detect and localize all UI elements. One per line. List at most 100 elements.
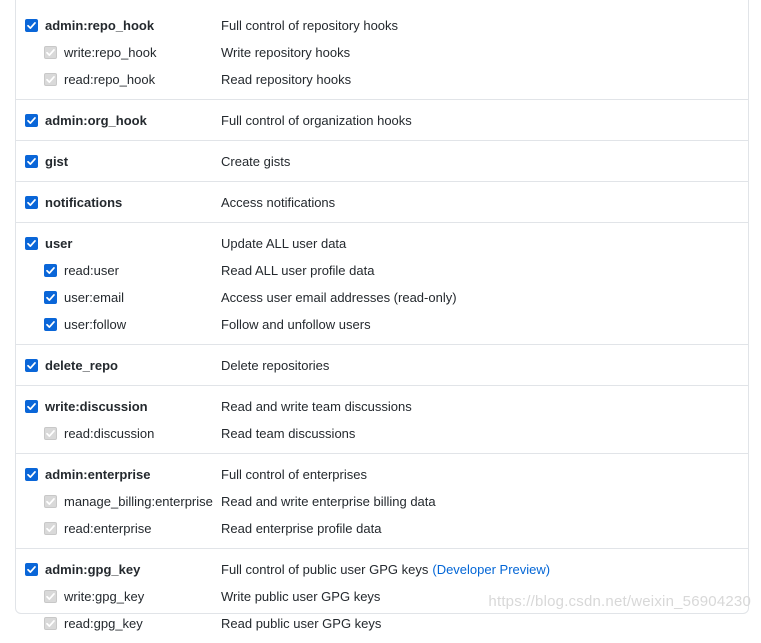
scope-description: Full control of enterprises [221, 467, 367, 482]
scope-checkbox-user-follow[interactable] [44, 318, 57, 331]
scope-name[interactable]: read:user [64, 263, 221, 278]
watermark: https://blog.csdn.net/weixin_56904230 [488, 593, 751, 610]
scope-name[interactable]: read:gpg_key [64, 616, 221, 631]
scope-group-gist: gist Create gists [16, 140, 748, 181]
scope-description: Access user email addresses (read-only) [221, 290, 457, 305]
scope-name[interactable]: admin:org_hook [45, 113, 221, 128]
scope-name[interactable]: write:discussion [45, 399, 221, 414]
scope-row-notifications: notifications Access notifications [16, 189, 748, 216]
scope-description: Full control of public user GPG keys [221, 562, 429, 577]
scope-description: Read and write team discussions [221, 399, 412, 414]
scope-checkbox-user-email[interactable] [44, 291, 57, 304]
check-icon [46, 525, 55, 532]
scope-row-admin-gpg-key: admin:gpg_key Full control of public user… [16, 556, 748, 583]
scope-description: Update ALL user data [221, 236, 347, 251]
check-icon [27, 403, 36, 410]
scope-checkbox-admin-enterprise[interactable] [25, 468, 38, 481]
check-icon [27, 566, 36, 573]
scope-row-user: user Update ALL user data [16, 230, 748, 257]
scope-description: Write repository hooks [221, 45, 351, 60]
scope-row-manage-billing-enterprise: manage_billing:enterprise Read and write … [16, 488, 748, 515]
scope-description: Write public user GPG keys [221, 589, 381, 604]
check-icon [27, 117, 36, 124]
scope-name[interactable]: user [45, 236, 221, 251]
scope-group-delete-repo: delete_repo Delete repositories [16, 344, 748, 385]
check-icon [46, 76, 55, 83]
scope-row-delete-repo: delete_repo Delete repositories [16, 352, 748, 379]
scope-description: Read public user GPG keys [221, 616, 382, 631]
scope-group-admin-org-hook: admin:org_hook Full control of organizati… [16, 99, 748, 140]
check-icon [46, 294, 55, 301]
scope-description: Read ALL user profile data [221, 263, 375, 278]
scope-checkbox-user[interactable] [25, 237, 38, 250]
scope-row-admin-org-hook: admin:org_hook Full control of organizati… [16, 107, 748, 134]
check-icon [46, 49, 55, 56]
check-icon [27, 158, 36, 165]
scope-row-read-enterprise: read:enterprise Read enterprise profile d… [16, 515, 748, 542]
check-icon [46, 620, 55, 627]
scope-name[interactable]: manage_billing:enterprise [64, 494, 221, 509]
scope-name[interactable]: read:repo_hook [64, 72, 221, 87]
scopes-panel: admin:repo_hook Full control of repositor… [15, 0, 749, 631]
scope-row-read-repo-hook: read:repo_hook Read repository hooks [16, 66, 748, 93]
scope-row-user-follow: user:follow Follow and unfollow users [16, 311, 748, 338]
scope-row-write-repo-hook: write:repo_hook Write repository hooks [16, 39, 748, 66]
scope-row-gist: gist Create gists [16, 148, 748, 175]
check-icon [46, 498, 55, 505]
scope-row-admin-repo-hook: admin:repo_hook Full control of repositor… [16, 12, 748, 39]
scope-checkbox-admin-org-hook[interactable] [25, 114, 38, 127]
scope-name[interactable]: admin:enterprise [45, 467, 221, 482]
scope-row-admin-enterprise: admin:enterprise Full control of enterpri… [16, 461, 748, 488]
scope-name[interactable]: write:repo_hook [64, 45, 221, 60]
scope-description: Read team discussions [221, 426, 356, 441]
developer-preview-link[interactable]: (Developer Preview) [432, 562, 550, 577]
check-icon [27, 471, 36, 478]
scope-description: Read enterprise profile data [221, 521, 382, 536]
scope-name[interactable]: user:email [64, 290, 221, 305]
scope-checkbox-read-gpg-key [44, 617, 57, 630]
scope-description: Read repository hooks [221, 72, 352, 87]
scope-description: Read and write enterprise billing data [221, 494, 436, 509]
scope-group-write-discussion: write:discussion Read and write team disc… [16, 385, 748, 453]
scope-name[interactable]: write:gpg_key [64, 589, 221, 604]
check-icon [46, 267, 55, 274]
check-icon [27, 362, 36, 369]
scope-name[interactable]: read:enterprise [64, 521, 221, 536]
scope-name[interactable]: read:discussion [64, 426, 221, 441]
scope-checkbox-read-enterprise [44, 522, 57, 535]
check-icon [46, 430, 55, 437]
scope-group-admin-repo-hook: admin:repo_hook Full control of repositor… [16, 0, 748, 99]
scope-checkbox-delete-repo[interactable] [25, 359, 38, 372]
scope-group-notifications: notifications Access notifications [16, 181, 748, 222]
scope-description: Create gists [221, 154, 291, 169]
scope-description: Access notifications [221, 195, 336, 210]
scope-name[interactable]: notifications [45, 195, 221, 210]
scope-name[interactable]: user:follow [64, 317, 221, 332]
scope-checkbox-write-gpg-key [44, 590, 57, 603]
check-icon [27, 22, 36, 29]
scope-checkbox-notifications[interactable] [25, 196, 38, 209]
scope-checkbox-admin-gpg-key[interactable] [25, 563, 38, 576]
scope-checkbox-write-discussion[interactable] [25, 400, 38, 413]
check-icon [46, 321, 55, 328]
scope-row-read-gpg-key: read:gpg_key Read public user GPG keys [16, 610, 748, 637]
scope-name[interactable]: admin:gpg_key [45, 562, 221, 577]
check-icon [46, 593, 55, 600]
scope-description: Follow and unfollow users [221, 317, 371, 332]
scope-checkbox-admin-repo-hook[interactable] [25, 19, 38, 32]
scope-checkbox-read-discussion [44, 427, 57, 440]
check-icon [27, 199, 36, 206]
scope-checkbox-read-repo-hook [44, 73, 57, 86]
check-icon [27, 240, 36, 247]
scope-checkbox-read-user[interactable] [44, 264, 57, 277]
scope-name[interactable]: admin:repo_hook [45, 18, 221, 33]
scope-name[interactable]: gist [45, 154, 221, 169]
scope-group-user: user Update ALL user data read:user Read AL… [16, 222, 748, 344]
scope-checkbox-write-repo-hook [44, 46, 57, 59]
scope-name[interactable]: delete_repo [45, 358, 221, 373]
scope-checkbox-gist[interactable] [25, 155, 38, 168]
scope-row-read-discussion: read:discussion Read team discussions [16, 420, 748, 447]
scope-checkbox-manage-billing-enterprise [44, 495, 57, 508]
scope-row-user-email: user:email Access user email addresses (r… [16, 284, 748, 311]
scope-description: Full control of organization hooks [221, 113, 412, 128]
